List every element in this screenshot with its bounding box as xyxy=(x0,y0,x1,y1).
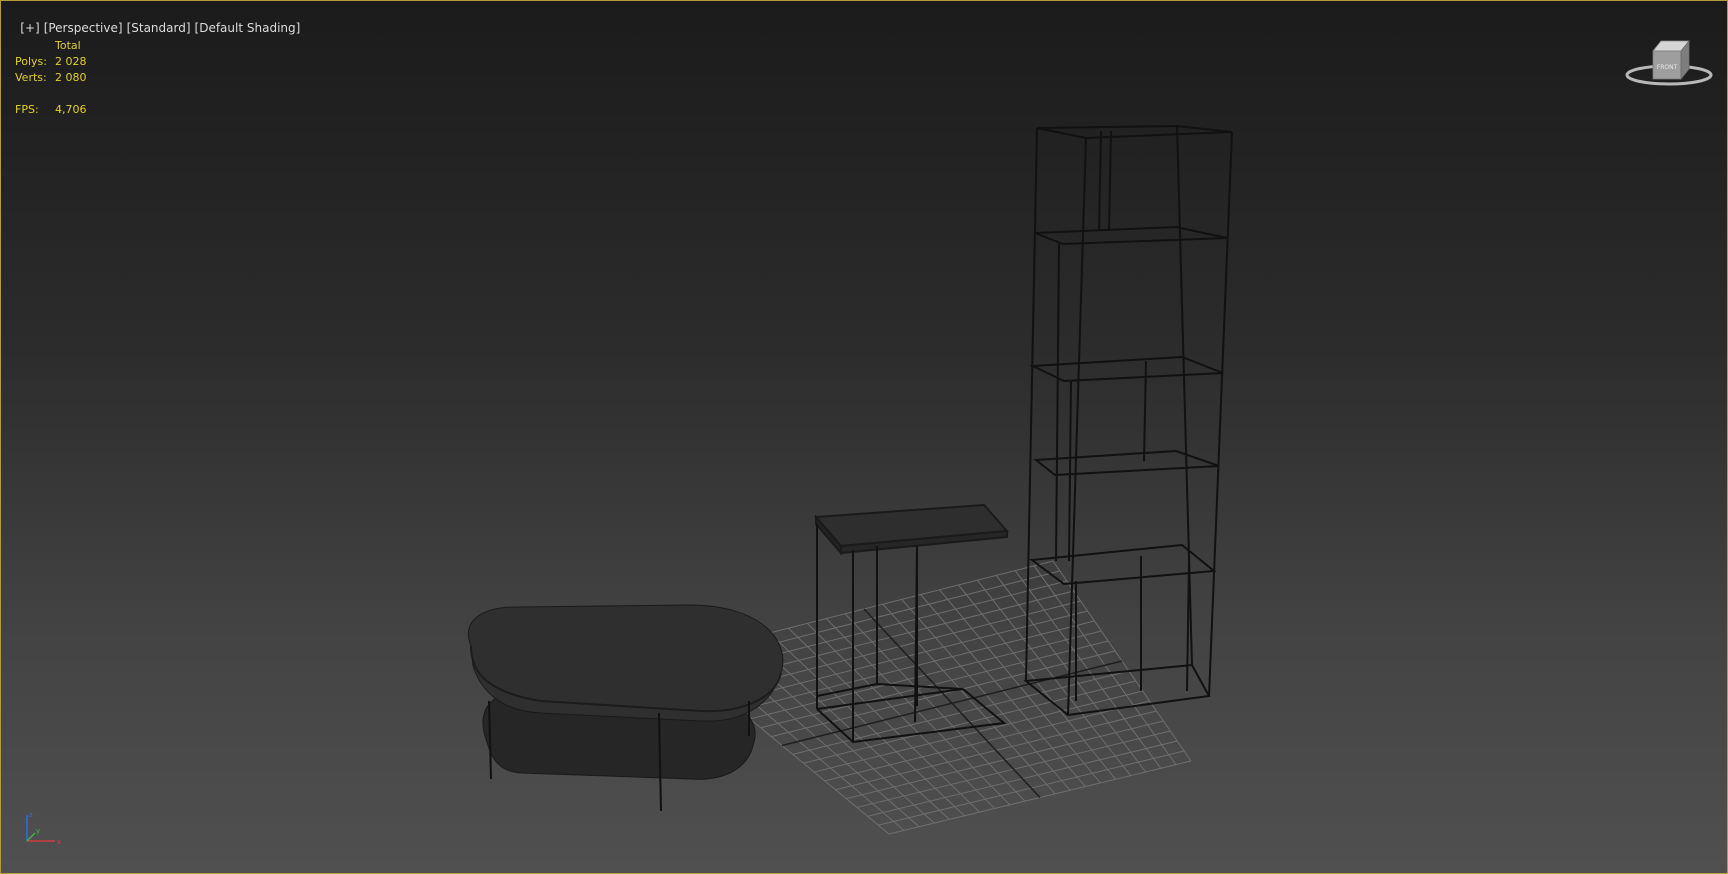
z-axis-label: z xyxy=(29,811,33,819)
stats-fps-value: 4,706 xyxy=(55,103,87,116)
y-axis-label: y xyxy=(36,827,40,835)
stats-verts-value: 2 080 xyxy=(55,71,87,84)
viewport-plus-menu[interactable]: [+] xyxy=(20,21,39,35)
stats-total-header: Total xyxy=(55,39,81,52)
viewport-point-of-view-label[interactable]: [Perspective] xyxy=(44,21,123,35)
axis-tripod-gizmo: x y z xyxy=(26,811,61,846)
y-axis-line xyxy=(26,832,36,842)
stats-polys-label: Polys: xyxy=(15,55,47,68)
viewcube-face-label: FRONT xyxy=(1657,64,1678,71)
viewport-label-menu: [+] [Perspective] [Standard] [Default Shadi… xyxy=(5,7,304,49)
stats-fps-label: FPS: xyxy=(15,103,39,116)
viewport-shading-standard-label[interactable]: [Standard] xyxy=(127,21,191,35)
scene-canvas[interactable] xyxy=(1,1,1727,873)
viewcube-navigator[interactable]: FRONT xyxy=(1623,35,1715,93)
stats-verts-label: Verts: xyxy=(15,71,47,84)
stats-polys-value: 2 028 xyxy=(55,55,87,68)
viewport-shading-mode-label[interactable]: [Default Shading] xyxy=(195,21,301,35)
perspective-viewport[interactable]: [+] [Perspective] [Standard] [Default Shadi… xyxy=(0,0,1728,874)
coffee-table-object[interactable] xyxy=(468,604,784,812)
x-axis-label: x xyxy=(57,838,61,846)
